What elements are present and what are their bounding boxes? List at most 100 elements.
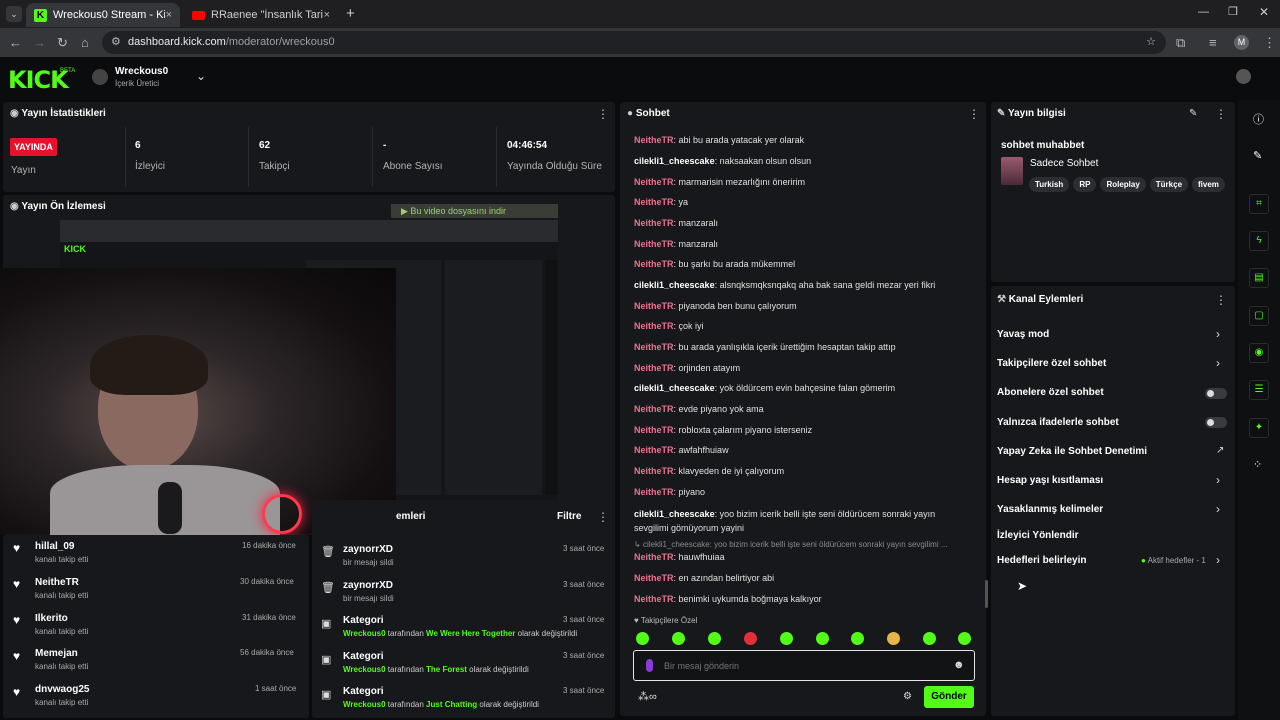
stats-menu-icon[interactable]: ⋮ xyxy=(597,107,609,121)
mod-user[interactable]: Wreckous0 xyxy=(343,665,386,674)
reload-icon[interactable]: ↻ xyxy=(57,35,68,51)
emote-icon[interactable] xyxy=(744,632,757,645)
bookmark-star-icon[interactable]: ☆ xyxy=(1146,31,1156,54)
raid-item[interactable]: İzleyici Yönlendir xyxy=(997,530,1079,541)
mod-log-name[interactable]: zaynorrXD xyxy=(343,544,393,555)
chat-username[interactable]: NeitheTR xyxy=(634,487,674,497)
chevron-right-icon[interactable]: › xyxy=(1216,327,1220,341)
chat-users-icon[interactable]: ⁂∞ xyxy=(638,690,657,703)
edit-icon[interactable]: ✎ xyxy=(1253,149,1262,162)
chat-username[interactable]: cilekli1_cheescake xyxy=(634,383,715,393)
chat-username[interactable]: NeitheTR xyxy=(634,321,674,331)
chat-scrollbar[interactable] xyxy=(985,580,988,608)
mod-user[interactable]: Wreckous0 xyxy=(343,629,386,638)
chat-username[interactable]: NeitheTR xyxy=(634,404,674,414)
category-value[interactable]: We Were Here Together xyxy=(426,629,515,638)
new-tab-button[interactable]: + xyxy=(346,5,355,22)
emote-icon[interactable] xyxy=(636,632,649,645)
chat-settings-icon[interactable]: ⚙ xyxy=(903,691,912,702)
close-tab-icon[interactable]: × xyxy=(324,9,330,21)
chat-username[interactable]: NeitheTR xyxy=(634,177,674,187)
banned-words-item[interactable]: Yasaklanmış kelimeler xyxy=(997,504,1103,515)
chat-username[interactable]: NeitheTR xyxy=(634,552,674,562)
chat-username[interactable]: cilekli1_cheescake xyxy=(634,280,715,290)
mod-actions-menu-icon[interactable]: ⋮ xyxy=(597,510,609,524)
chat-username[interactable]: NeitheTR xyxy=(634,594,674,604)
send-button[interactable]: Gönder xyxy=(924,686,974,708)
subscribers-only-toggle[interactable] xyxy=(1205,388,1227,399)
account-age-item[interactable]: Hesap yaşı kısıtlaması xyxy=(997,475,1103,486)
tab-list-chevron-icon[interactable]: ⌄ xyxy=(6,6,22,22)
window-close-icon[interactable]: ✕ xyxy=(1259,5,1269,19)
chat-menu-icon[interactable]: ⋮ xyxy=(968,107,980,121)
channel-switch-chevron-icon[interactable]: ⌄ xyxy=(196,69,206,83)
info-icon[interactable]: ⓘ xyxy=(1253,111,1264,127)
browser-menu-icon[interactable]: ⋮ xyxy=(1263,35,1276,51)
goals-item[interactable]: Hedefleri belirleyin xyxy=(997,555,1086,566)
extensions-icon[interactable]: ⧉ xyxy=(1176,35,1185,51)
note-icon[interactable]: ▤ xyxy=(1249,268,1269,288)
chat-username[interactable]: NeitheTR xyxy=(634,445,674,455)
more-tools-icon[interactable]: ⁘ xyxy=(1253,458,1262,471)
site-info-icon[interactable]: ⚙ xyxy=(111,31,121,54)
back-icon[interactable]: ← xyxy=(9,35,22,50)
media-icon[interactable]: ≡ xyxy=(1209,35,1217,50)
chevron-right-icon[interactable]: › xyxy=(1216,502,1220,516)
maximize-icon[interactable]: ❐ xyxy=(1228,5,1238,18)
layers-icon[interactable]: ☰ xyxy=(1249,380,1269,400)
emote-icon[interactable] xyxy=(958,632,971,645)
emote-icon[interactable] xyxy=(780,632,793,645)
microphone-icon[interactable] xyxy=(646,659,653,672)
slow-mode-item[interactable]: Yavaş mod xyxy=(997,329,1049,340)
edit-pencil-icon[interactable]: ✎ xyxy=(1189,108,1197,119)
lightning-icon[interactable]: ϟ xyxy=(1249,231,1269,251)
chat-input[interactable] xyxy=(664,657,944,674)
filter-button[interactable]: Filtre xyxy=(557,511,581,522)
wrench-icon[interactable]: ✦ xyxy=(1249,418,1269,438)
follower-name[interactable]: dnvwaog25 xyxy=(35,684,89,695)
chat-username[interactable]: NeitheTR xyxy=(634,573,674,583)
chat-username[interactable]: cilekli1_cheescake xyxy=(634,156,715,166)
emote-icon[interactable] xyxy=(708,632,721,645)
chat-username[interactable]: NeitheTR xyxy=(634,342,674,352)
emoji-picker-icon[interactable]: ☻ xyxy=(953,659,965,671)
browser-tab-kick[interactable]: K Wreckous0 Stream - Kick Dashb × xyxy=(26,3,180,27)
url-input[interactable]: ⚙ dashboard.kick.com/moderator/wreckous0… xyxy=(102,31,1166,54)
broadcast-rail-icon[interactable]: ◉ xyxy=(1249,343,1269,363)
chat-username[interactable]: NeitheTR xyxy=(634,363,674,373)
minimize-icon[interactable]: — xyxy=(1198,6,1209,18)
channel-name[interactable]: Wreckous0 xyxy=(115,66,168,77)
emote-icon[interactable] xyxy=(923,632,936,645)
mod-log-name[interactable]: zaynorrXD xyxy=(343,580,393,591)
browser-tab-youtube[interactable]: RRaenee "İnsanlık Tarihinin En × xyxy=(184,3,338,27)
close-tab-icon[interactable]: × xyxy=(166,9,172,21)
category-value[interactable]: The Forest xyxy=(426,665,467,674)
emote-icon[interactable] xyxy=(816,632,829,645)
mod-user[interactable]: Wreckous0 xyxy=(343,700,386,709)
follower-name[interactable]: NeitheTR xyxy=(35,577,79,588)
profile-avatar[interactable]: M xyxy=(1234,35,1249,50)
kick-logo[interactable]: KICK xyxy=(8,66,69,94)
emote-icon[interactable] xyxy=(672,632,685,645)
follower-name[interactable]: Ilkerito xyxy=(35,613,68,624)
ai-moderation-item[interactable]: Yapay Zeka ile Sohbet Denetimi xyxy=(997,446,1147,457)
reply-preview[interactable]: ↳ cilekli1_cheescake: yoo bizim icerik b… xyxy=(634,540,948,549)
chat-username[interactable]: NeitheTR xyxy=(634,466,674,476)
chat-username[interactable]: NeitheTR xyxy=(634,259,674,269)
channel-actions-menu-icon[interactable]: ⋮ xyxy=(1215,293,1227,307)
download-video-bar[interactable]: ▶ Bu video dosyasını indir xyxy=(391,204,558,218)
forward-icon[interactable]: → xyxy=(33,35,46,50)
follower-name[interactable]: hillal_09 xyxy=(35,541,74,552)
stream-info-menu-icon[interactable]: ⋮ xyxy=(1215,107,1227,121)
chat-username[interactable]: NeitheTR xyxy=(634,197,674,207)
chevron-right-icon[interactable]: › xyxy=(1216,356,1220,370)
chat-username[interactable]: NeitheTR xyxy=(634,301,674,311)
chat-username[interactable]: NeitheTR xyxy=(634,239,674,249)
chat-icon[interactable]: ▢ xyxy=(1249,306,1269,326)
chevron-right-icon[interactable]: › xyxy=(1216,553,1220,567)
emote-only-toggle[interactable] xyxy=(1205,417,1227,428)
home-icon[interactable]: ⌂ xyxy=(81,35,89,50)
user-avatar[interactable] xyxy=(1236,69,1251,84)
follower-name[interactable]: Memejan xyxy=(35,648,78,659)
chat-username[interactable]: NeitheTR xyxy=(634,425,674,435)
